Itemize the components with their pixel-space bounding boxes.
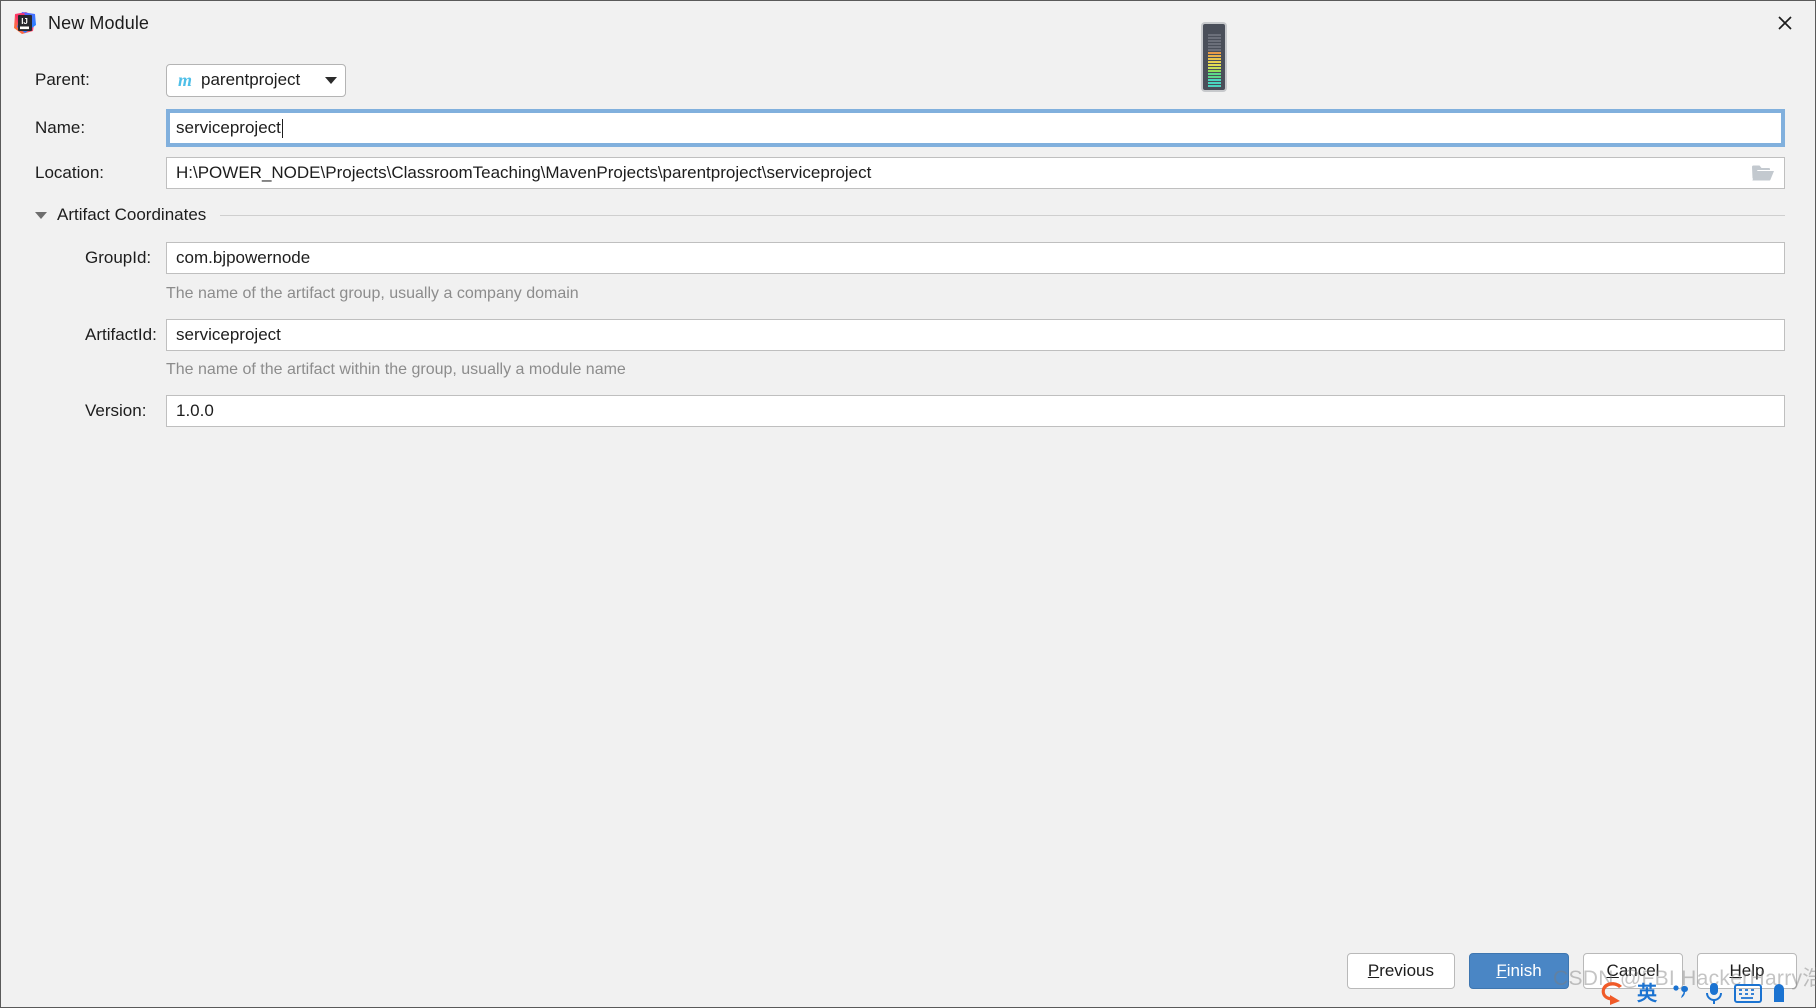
groupid-input[interactable]: com.bjpowernode [166, 242, 1785, 274]
help-button[interactable]: Help [1697, 953, 1797, 989]
previous-mnemonic: P [1367, 961, 1380, 980]
finish-mnemonic: F [1496, 961, 1507, 980]
name-input-value: serviceproject [176, 118, 281, 137]
new-module-dialog: IJ New Module Parent: m parentproject Na… [0, 0, 1816, 1008]
previous-rest: revious [1379, 961, 1434, 980]
groupid-row: GroupId: com.bjpowernode [35, 242, 1785, 274]
previous-button[interactable]: Previous [1346, 953, 1455, 989]
volume-segment [1207, 76, 1221, 78]
volume-segment [1207, 58, 1221, 60]
cancel-rest: ancel [1618, 961, 1660, 980]
groupid-hint: The name of the artifact group, usually … [166, 285, 579, 302]
parent-label: Parent: [35, 70, 90, 89]
volume-segment [1207, 64, 1221, 66]
previous-button-label: Previous [1368, 961, 1434, 981]
intellij-idea-logo-icon: IJ [13, 11, 37, 35]
section-divider [220, 214, 1785, 216]
location-label: Location: [35, 163, 104, 182]
volume-segment [1207, 73, 1221, 75]
artifactid-input-value: serviceproject [176, 325, 281, 344]
groupid-input-value: com.bjpowernode [176, 248, 311, 267]
finish-rest: inish [1506, 961, 1542, 980]
artifactid-input[interactable]: serviceproject [166, 319, 1785, 351]
finish-button-label: Finish [1496, 961, 1541, 981]
name-input-inner: serviceproject [176, 118, 1773, 138]
dialog-button-bar: Previous Finish Cancel Help [1, 935, 1815, 1007]
help-rest: elp [1741, 961, 1765, 980]
volume-segment [1207, 49, 1221, 51]
triangle-down-icon [35, 211, 47, 219]
artifactid-label: ArtifactId: [85, 325, 157, 344]
volume-segment [1207, 52, 1221, 54]
svg-text:IJ: IJ [21, 17, 28, 26]
folder-icon[interactable] [1751, 164, 1775, 183]
volume-segment [1207, 55, 1221, 57]
location-input-value: H:\POWER_NODE\Projects\ClassroomTeaching… [176, 163, 872, 182]
chevron-down-icon [325, 76, 337, 84]
artifact-coordinates-title: Artifact Coordinates [57, 205, 207, 224]
groupid-label: GroupId: [85, 248, 152, 267]
volume-segment [1207, 43, 1221, 45]
volume-segment [1207, 82, 1221, 84]
volume-segment [1207, 79, 1221, 81]
dialog-content: Parent: m parentproject Name: servicepro… [1, 45, 1815, 1007]
volume-segment [1207, 70, 1221, 72]
version-input[interactable]: 1.0.0 [166, 395, 1785, 427]
name-label: Name: [35, 118, 86, 137]
finish-button[interactable]: Finish [1469, 953, 1569, 989]
title-bar-left: IJ New Module [1, 11, 149, 35]
cancel-button-label: Cancel [1607, 961, 1660, 981]
artifactid-row: ArtifactId: serviceproject [35, 319, 1785, 351]
dialog-title: New Module [48, 12, 150, 33]
version-input-value: 1.0.0 [176, 401, 214, 420]
volume-segment [1207, 67, 1221, 69]
maven-module-icon: m [178, 70, 193, 90]
volume-segment [1207, 34, 1221, 36]
volume-segment [1207, 37, 1221, 39]
parent-row: Parent: m parentproject [35, 63, 1785, 97]
parent-dropdown[interactable]: m parentproject [166, 63, 346, 97]
artifactid-hint: The name of the artifact within the grou… [166, 361, 626, 378]
volume-segment [1207, 46, 1221, 48]
cancel-mnemonic: C [1606, 961, 1619, 980]
location-row: Location: H:\POWER_NODE\Projects\Classro… [35, 157, 1785, 189]
name-row: Name: serviceproject [35, 109, 1785, 147]
version-label: Version: [85, 401, 147, 420]
name-input[interactable]: serviceproject [166, 109, 1785, 147]
volume-level-indicator [1203, 24, 1225, 90]
parent-dropdown-value: parentproject [201, 70, 301, 89]
cancel-button[interactable]: Cancel [1583, 953, 1683, 989]
version-row: Version: 1.0.0 [35, 395, 1785, 427]
location-input[interactable]: H:\POWER_NODE\Projects\ClassroomTeaching… [166, 157, 1785, 189]
volume-segment [1207, 40, 1221, 42]
volume-segment [1207, 85, 1221, 87]
volume-segment [1207, 61, 1221, 63]
text-cursor [281, 118, 283, 138]
help-button-label: Help [1730, 961, 1765, 981]
dialog-title-bar: IJ New Module [1, 1, 1815, 45]
artifact-coordinates-section-header[interactable]: Artifact Coordinates [35, 203, 1785, 227]
help-mnemonic: H [1729, 961, 1742, 980]
close-icon[interactable] [1755, 1, 1815, 45]
